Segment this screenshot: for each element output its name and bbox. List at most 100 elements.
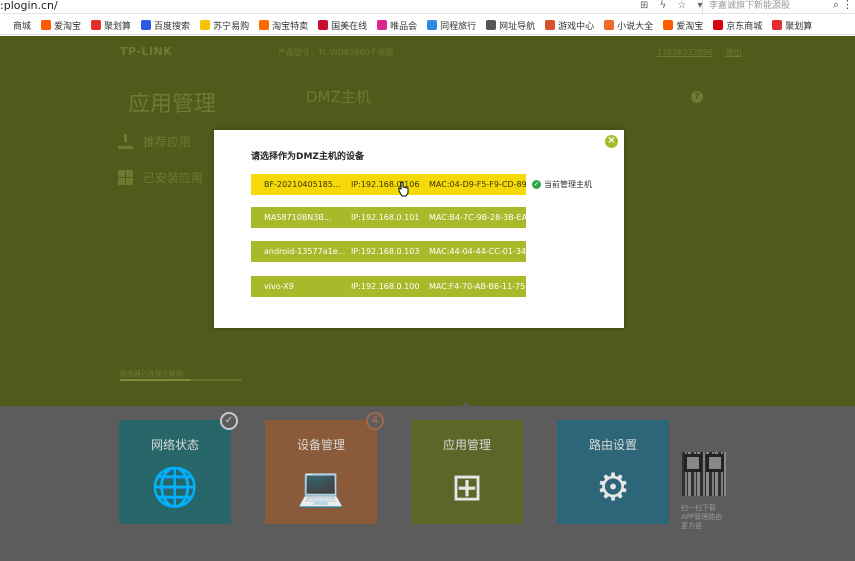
download-icon [118, 134, 133, 149]
bookmark-label: 爱淘宝 [54, 21, 82, 32]
bookmark-label: 苏宁易购 [213, 21, 250, 32]
bookmark-icon [486, 20, 497, 30]
bookmark-icon [259, 20, 270, 30]
page-title: 应用管理 [128, 92, 217, 117]
bookmark-label: 网址导航 [499, 21, 536, 32]
bookmark-item[interactable]: 百度搜索 [141, 15, 191, 34]
more-icon[interactable]: ⋮ [842, 0, 853, 11]
progress-label: 路由器已连接互联网 [120, 370, 183, 378]
bookmark-icon [772, 20, 783, 30]
device-count-badge: 4 [366, 412, 384, 430]
device-row[interactable]: BF-20210405185... IP:192.168.0.106 MAC:0… [251, 174, 527, 195]
bookmark-label: 淘宝特卖 [272, 21, 309, 32]
globe-icon: 🌐 [151, 465, 199, 509]
bookmark-item[interactable]: 小说大全 [604, 15, 654, 34]
bookmark-item[interactable]: 商城 [0, 15, 32, 34]
device-ip: IP:192.168.0.103 [351, 247, 420, 256]
bookmark-label: 小说大全 [617, 21, 654, 32]
device-ip: IP:192.168.0.100 [351, 282, 420, 291]
bookmark-item[interactable]: 淘宝特卖 [259, 15, 309, 34]
device-name: android-13577a1e... [264, 247, 346, 256]
grid-icon[interactable]: ⊞ [640, 0, 648, 11]
bookmark-item[interactable]: 聚划算 [772, 15, 813, 34]
search-icon[interactable]: ⌕ [833, 0, 839, 11]
star-icon[interactable]: ☆ [677, 0, 686, 11]
device-row[interactable]: android-13577a1e... IP:192.168.0.103 MAC… [251, 241, 526, 262]
lightning-icon[interactable]: ϟ [660, 0, 667, 11]
apps-icon: ⊞ [451, 465, 483, 509]
bookmark-icon [318, 20, 329, 30]
dialog-title: 请选择作为DMZ主机的设备 [251, 152, 364, 162]
qr-code [682, 452, 726, 496]
tile-label: 路由设置 [588, 438, 637, 452]
bookmark-item[interactable]: 国美在线 [318, 15, 368, 34]
bookmark-item[interactable]: 京东商城 [713, 15, 763, 34]
bookmark-item[interactable]: 唯品会 [377, 15, 417, 34]
bookmark-item[interactable]: 网址导航 [486, 15, 536, 34]
tile-router-settings[interactable]: 路由设置 ⚙ [557, 420, 669, 524]
device-row[interactable]: vivo-X9 IP:192.168.0.100 MAC:F4-70-AB-B6… [251, 276, 526, 297]
device-mac: MAC:F4-70-AB-B6-11-75 [429, 282, 526, 291]
tile-device-management[interactable]: 设备管理 💻 [265, 420, 377, 524]
check-badge: ✓ [220, 412, 238, 430]
qr-caption: 扫一扫下载 APP管理路由 更方便 [681, 504, 723, 530]
bookmark-icon [663, 20, 674, 30]
logout-link[interactable]: 退出 [726, 48, 742, 57]
bookmark-label: 聚划算 [785, 21, 813, 32]
bookmark-item[interactable]: 爱淘宝 [663, 15, 704, 34]
help-icon[interactable]: ? [691, 91, 703, 103]
bookmark-label: 国美在线 [331, 21, 368, 32]
bookmark-icon [41, 20, 52, 30]
device-mac: MAC:04-D9-F5-F9-CD-89 [429, 180, 527, 189]
bookmark-icon [0, 20, 10, 30]
bookmark-item[interactable]: 苏宁易购 [200, 15, 250, 34]
device-row[interactable]: MAS8710BN3B... IP:192.168.0.101 MAC:B4-7… [251, 207, 527, 228]
check-icon: ✓ [532, 180, 541, 189]
account-link[interactable]: 13858332896 [657, 48, 713, 57]
sidebar-item-installed[interactable]: 已安装应用 [118, 169, 203, 186]
dmz-host-dialog: 请选择作为DMZ主机的设备 × BF-20210405185... IP:192… [214, 130, 624, 328]
bookmark-item[interactable]: 游戏中心 [545, 15, 594, 34]
tile-network-status[interactable]: 网络状态 🌐 [119, 420, 231, 524]
current-host-label: 当前管理主机 [544, 180, 592, 189]
tile-label: 设备管理 [296, 438, 345, 452]
progress-fill [120, 379, 191, 381]
bookmark-item[interactable]: 同程旅行 [427, 15, 477, 34]
header-links: 13858332896 退出 [657, 47, 752, 58]
search-input[interactable]: 李嘉诚旗下新能源股 ⌕ ⋮ [702, 0, 855, 13]
bookmark-icon [545, 20, 556, 30]
nav-tiles-section: 网络状态 🌐 ✓ 设备管理 💻 4 应用管理 ⊞ 路由设置 ⚙ 扫一扫下载 AP… [0, 406, 855, 561]
bookmark-icon [713, 20, 724, 30]
sidebar-item-recommended[interactable]: 推荐应用 [118, 133, 191, 150]
bookmark-label: 爱淘宝 [676, 21, 704, 32]
sidebar-item-label: 推荐应用 [143, 135, 192, 149]
bookmark-label: 百度搜索 [154, 21, 191, 32]
section-title: DMZ主机 [306, 88, 371, 106]
url-text[interactable]: :plogin.cn/ [0, 0, 58, 12]
bookmark-icon [377, 20, 388, 30]
bookmark-label: 京东商城 [726, 21, 763, 32]
address-bar[interactable]: :plogin.cn/ ⊞ ϟ ☆ ▾ 李嘉诚旗下新能源股 ⌕ ⋮ [0, 0, 855, 14]
search-placeholder: 李嘉诚旗下新能源股 [709, 1, 791, 11]
laptop-icon: 💻 [297, 465, 345, 509]
bookmark-icon [604, 20, 615, 30]
device-mac: MAC:44-04-44-CC-01-34 [429, 247, 527, 256]
device-name: BF-20210405185... [264, 180, 341, 189]
bookmark-item[interactable]: 聚划算 [91, 15, 131, 34]
close-button[interactable]: × [605, 135, 618, 148]
tile-app-management[interactable]: 应用管理 ⊞ [411, 420, 523, 524]
address-tools: ⊞ ϟ ☆ ▾ [640, 0, 711, 11]
bookmark-icon [427, 20, 438, 30]
bookmarks-bar: 商城 爱淘宝 聚划算 百度搜索 苏宁易购 淘宝特卖 国美在线 唯品会 同程旅行 网址导航 游戏中心 小… [0, 15, 855, 35]
bookmark-item[interactable]: 爱淘宝 [41, 15, 82, 34]
device-name: MAS8710BN3B... [264, 213, 332, 222]
tplink-logo: TP-LINK [120, 45, 173, 58]
gear-icon: ⚙ [595, 465, 631, 509]
progress-bar [120, 379, 242, 381]
bookmark-label: 同程旅行 [440, 21, 477, 32]
current-host-tag: ✓ 当前管理主机 [532, 179, 592, 190]
grid-apps-icon [118, 170, 133, 185]
bookmark-label: 商城 [13, 21, 32, 32]
tile-label: 网络状态 [150, 438, 199, 452]
bookmark-icon [91, 20, 102, 30]
